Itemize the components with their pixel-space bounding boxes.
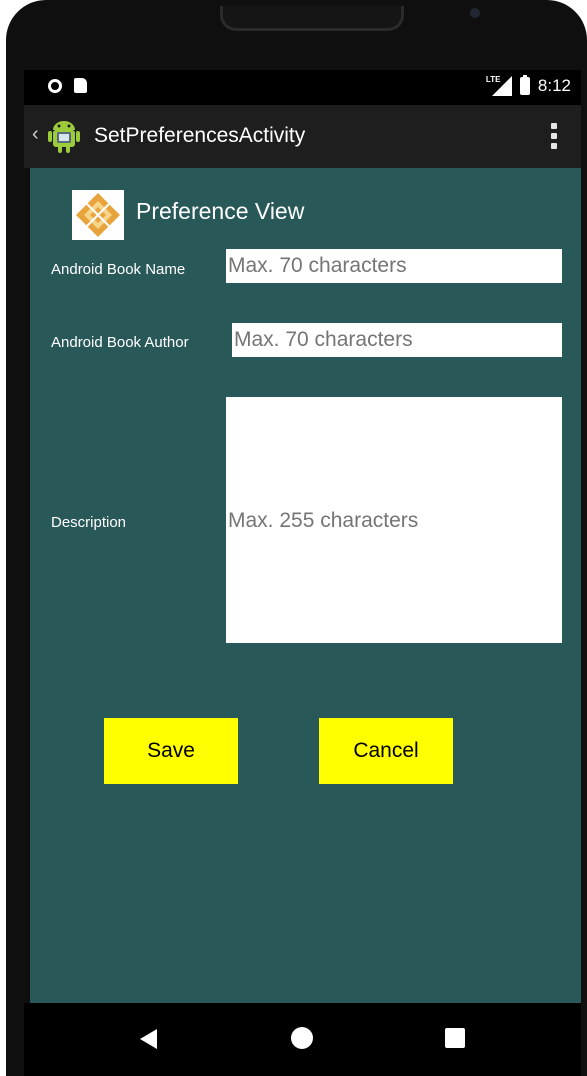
nav-back-icon[interactable] xyxy=(140,1029,157,1049)
description-label: Description xyxy=(51,514,127,531)
status-left xyxy=(48,78,87,93)
android-icon[interactable] xyxy=(48,119,80,153)
app-bar: ‹ SetPreferencesActivity xyxy=(24,105,581,168)
front-camera xyxy=(470,8,480,18)
book-name-input[interactable] xyxy=(226,249,562,283)
book-name-label: Android Book Name xyxy=(51,261,186,278)
diamond-logo-icon xyxy=(72,190,124,240)
back-chevron-icon[interactable]: ‹ xyxy=(32,123,39,146)
status-right: LTE 8:12 xyxy=(486,75,571,96)
sd-card-icon xyxy=(74,78,87,93)
navigation-bar xyxy=(24,1003,581,1076)
save-button[interactable]: Save xyxy=(104,718,238,784)
book-author-input[interactable] xyxy=(232,323,562,357)
description-input[interactable] xyxy=(226,397,562,643)
circle-notification-icon xyxy=(48,78,62,93)
nav-home-icon[interactable] xyxy=(291,1027,313,1049)
battery-icon xyxy=(519,75,530,95)
nav-recent-icon[interactable] xyxy=(445,1028,465,1048)
overflow-menu-icon[interactable] xyxy=(551,123,557,149)
page-title: Preference View xyxy=(136,198,305,224)
app-title: SetPreferencesActivity xyxy=(94,124,306,147)
lte-signal-icon: LTE xyxy=(486,75,512,96)
speaker-grille xyxy=(220,6,404,31)
status-bar: LTE 8:12 xyxy=(24,70,581,105)
cancel-button[interactable]: Cancel xyxy=(319,718,453,784)
preference-view: Preference View Android Book Name Androi… xyxy=(30,168,581,1003)
book-author-label: Android Book Author xyxy=(51,334,189,351)
status-time: 8:12 xyxy=(537,76,571,95)
